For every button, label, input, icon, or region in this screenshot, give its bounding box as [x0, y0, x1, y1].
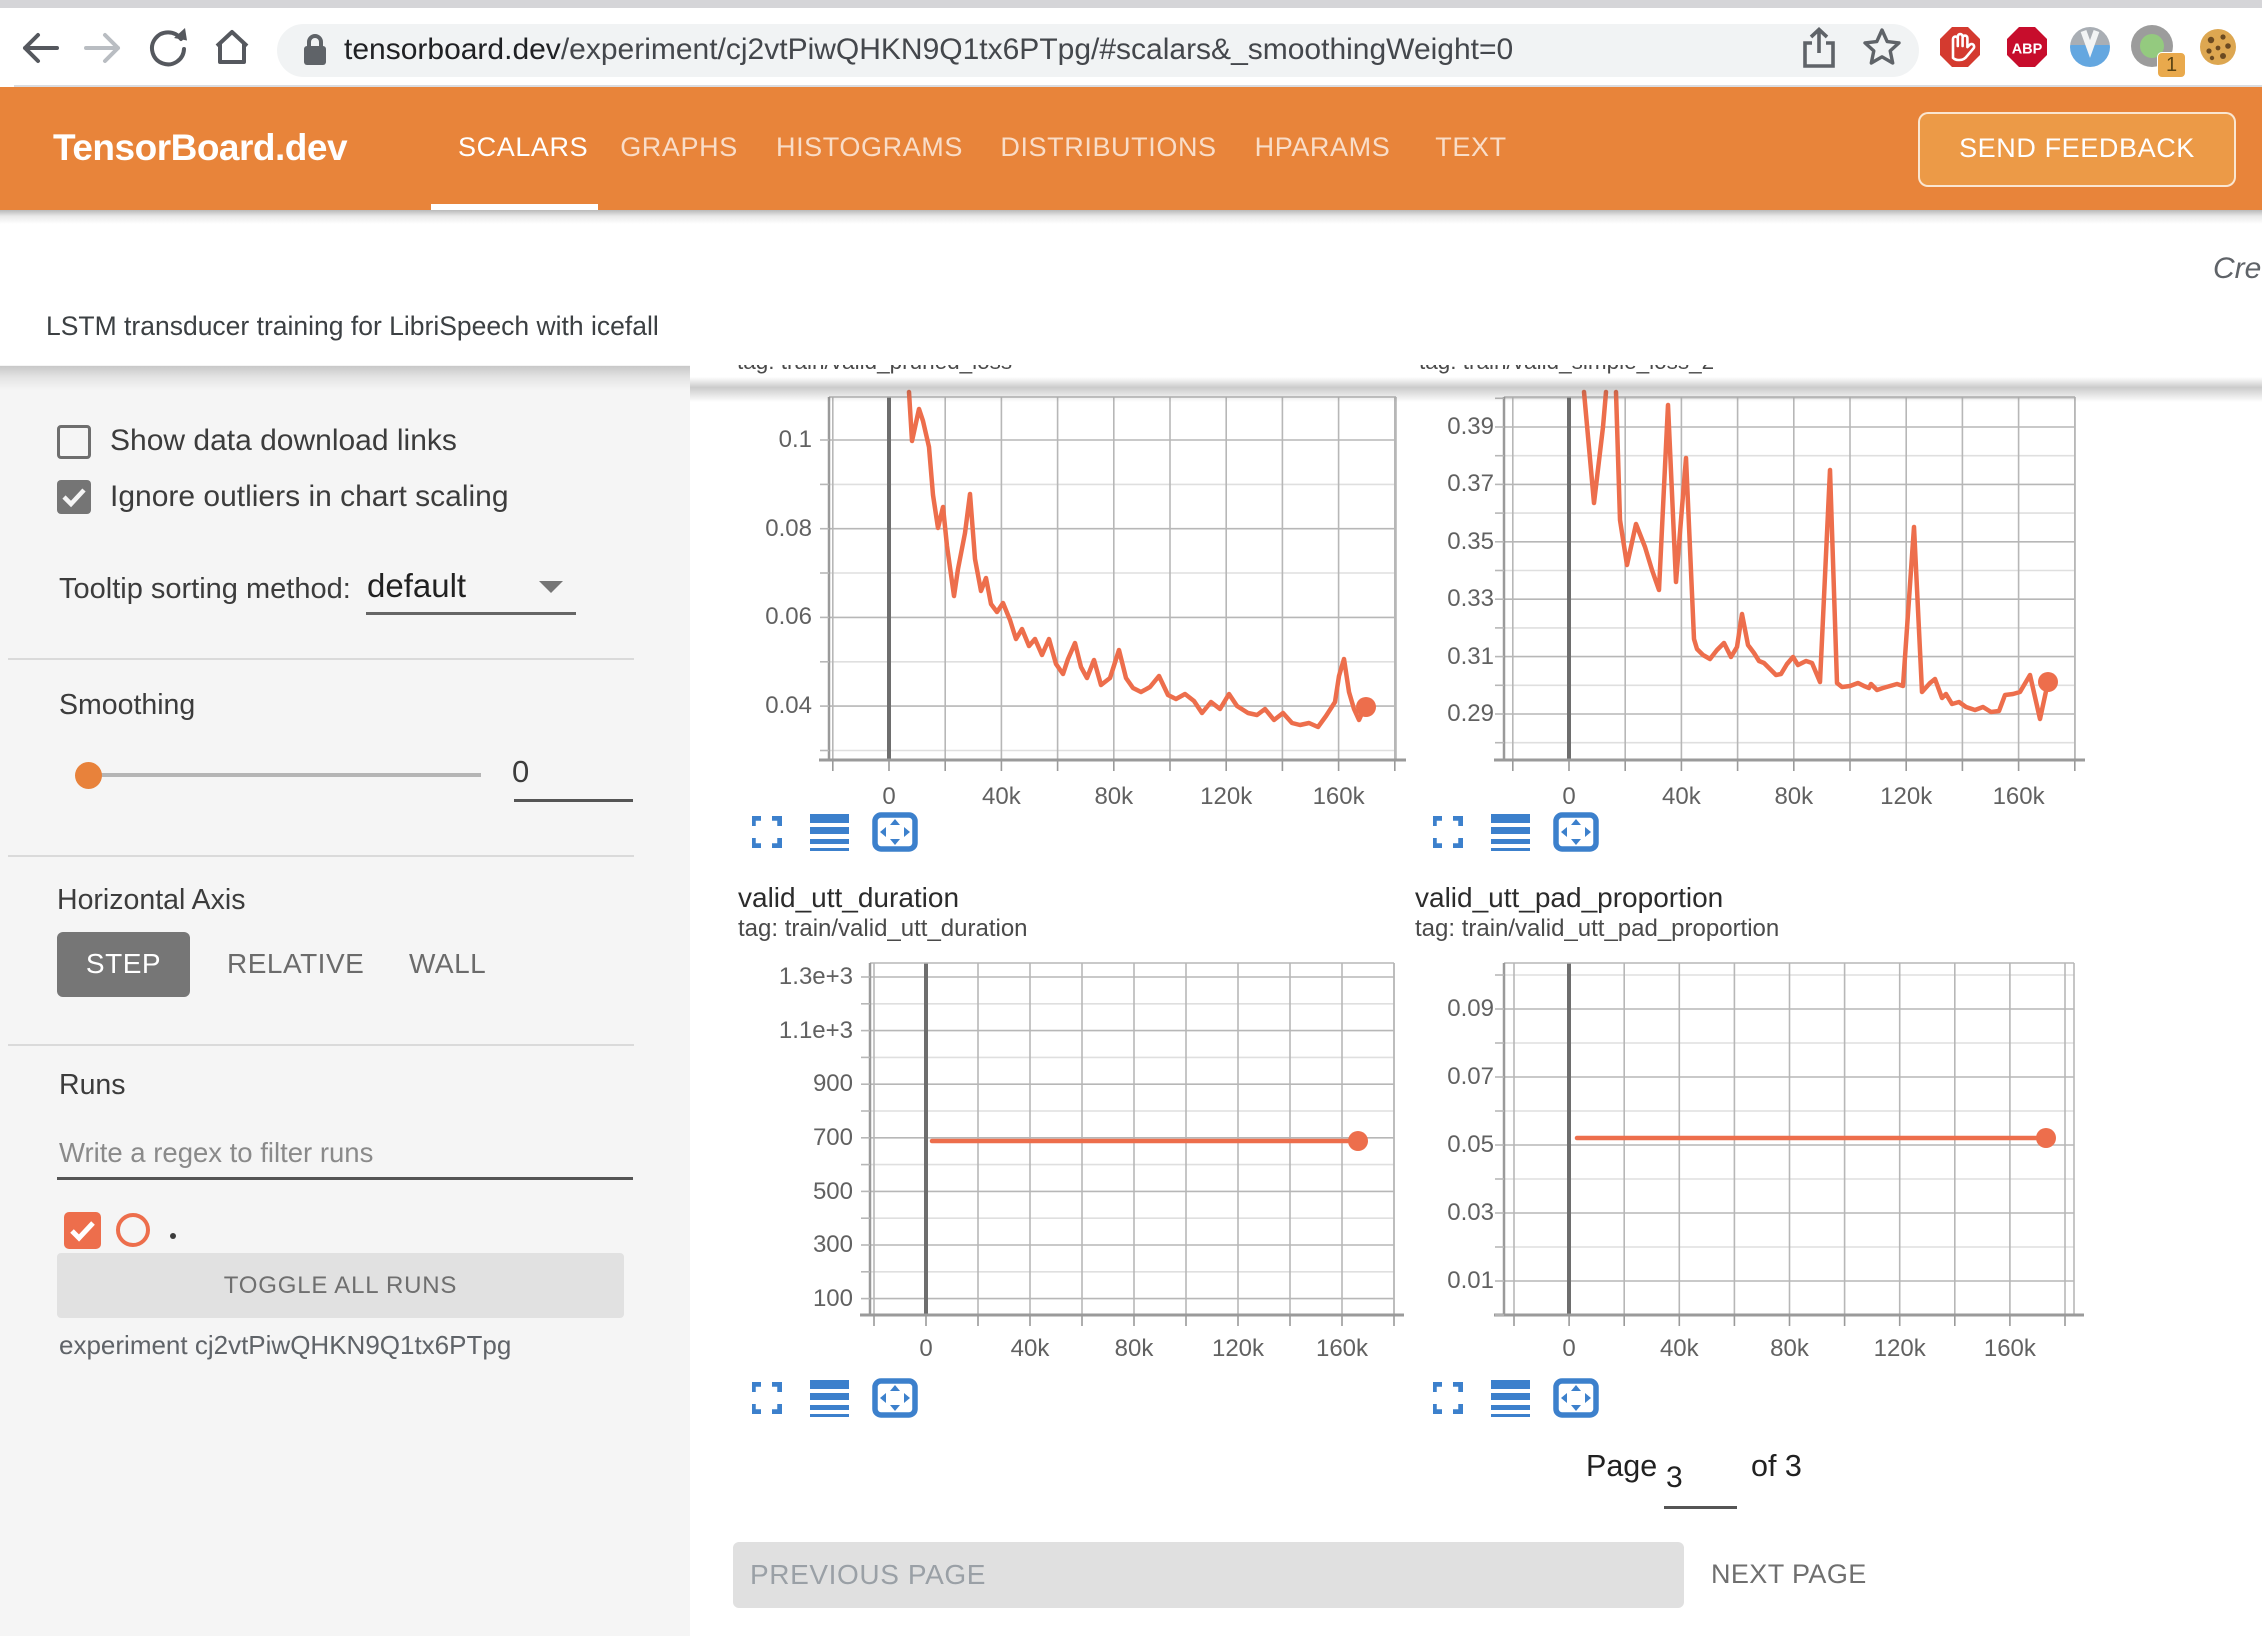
svg-text:ABP: ABP [2012, 42, 2043, 58]
